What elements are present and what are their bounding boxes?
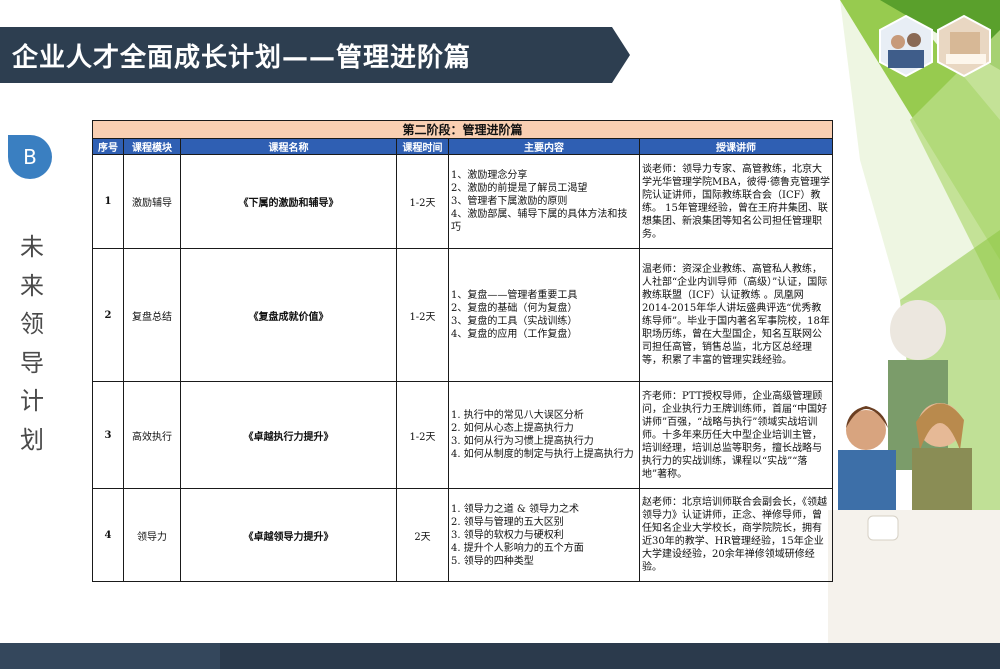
course-duration: 1-2天 [396,248,449,382]
section-badge: B [8,135,52,179]
course-table: 第二阶段：管理进阶篇 序号 课程模块 课程名称 课程时间 主要内容 授课讲师 1… [91,120,834,582]
row-number: 3 [92,381,124,489]
course-name: 《卓越执行力提升》 [180,381,397,489]
teacher-bio: 谈老师：领导力专家、高管教练，北京大学光华管理学院MBA，彼得·德鲁克管理学院认… [638,154,834,249]
content-line: 2. 如何从心态上提高执行力 [451,423,574,434]
teacher-bio: 赵老师：北京培训师联合会副会长，《领越领导力》认证讲师，正念、禅修导师，曾任知名… [638,488,834,582]
column-header: 授课讲师 [638,138,834,155]
content-line: 4、复盘的应用（工作复盘） [451,329,578,340]
course-content: 1、激励理念分享 2、激励的前提是了解员工渴望 3、管理者下属激励的原则 4、激… [448,154,640,249]
title-bar: 企业人才全面成长计划——管理进阶篇 [0,27,630,83]
vertical-char: 划 [20,425,44,454]
teacher-bio: 温老师：资深企业教练、高管私人教练，人社部“企业内训导师（高级）”认证，国际教练… [638,248,834,382]
content-line: 1、激励理念分享 [451,170,528,181]
course-module: 复盘总结 [123,248,181,382]
vertical-char: 未 [20,233,44,261]
content-line: 3、管理者下属激励的原则 [451,196,568,207]
footer-accent [0,643,220,669]
table-row: 4 领导力 《卓越领导力提升》 2天 1. 领导力之道 & 领导力之术 2. 领… [92,488,834,582]
teacher-bio: 齐老师：PTT授权导师，企业高级管理顾问，企业执行力王牌训练师，首届“中国好讲师… [638,381,834,489]
content-line: 1、复盘——管理者重要工具 [451,290,578,301]
vertical-char: 来 [20,271,44,300]
content-line: 3、复盘的工具（实战训练） [451,316,578,327]
vertical-char: 导 [20,348,44,377]
students-photo [828,300,1000,645]
course-module: 高效执行 [123,381,181,489]
vertical-char: 领 [20,310,44,338]
row-number: 4 [92,488,124,582]
content-line: 4. 如何从制度的制定与执行上提高执行力 [451,449,634,460]
stage-title: 第二阶段：管理进阶篇 [91,120,834,139]
course-name: 《复盘成就价值》 [180,248,397,382]
table-row: 1 激励辅导 《下属的激励和辅导》 1-2天 1、激励理念分享 2、激励的前提是… [92,154,834,249]
content-line: 2. 领导与管理的五大区别 [451,516,564,528]
content-line: 1. 领导力之道 & 领导力之术 [451,503,579,515]
content-line: 2、复盘的基础（何为复盘） [451,303,578,314]
course-duration: 2天 [396,488,449,582]
column-header: 课程时间 [396,138,449,155]
content-line: 4. 提升个人影响力的五个方面 [451,542,584,554]
column-header: 主要内容 [448,138,640,155]
course-duration: 1-2天 [396,154,449,249]
column-header-row: 序号 课程模块 课程名称 课程时间 主要内容 授课讲师 [92,138,834,155]
column-header: 序号 [92,138,124,155]
course-name: 《下属的激励和辅导》 [180,154,397,249]
table-row: 2 复盘总结 《复盘成就价值》 1-2天 1、复盘——管理者重要工具 2、复盘的… [92,248,834,382]
column-header: 课程模块 [123,138,181,155]
footer-bar [0,643,1000,669]
course-name: 《卓越领导力提升》 [180,488,397,582]
course-module: 领导力 [123,488,181,582]
stage-header-row: 第二阶段：管理进阶篇 [91,120,834,139]
content-line: 3. 领导的软权力与硬权利 [451,529,564,541]
content-line: 1. 执行中的常见八大误区分析 [451,410,584,421]
course-content: 1. 领导力之道 & 领导力之术 2. 领导与管理的五大区别 3. 领导的软权力… [448,488,640,582]
content-line: 3. 如何从行为习惯上提高执行力 [451,436,594,447]
vertical-caption: 未 来 领 导 计 划 [18,228,46,459]
team-photo-hexagons [879,14,991,78]
content-line: 5. 领导的四种类型 [451,555,534,567]
vertical-char: 计 [20,387,44,415]
row-number: 1 [92,154,124,249]
course-content: 1. 执行中的常见八大误区分析 2. 如何从心态上提高执行力 3. 如何从行为习… [448,381,640,489]
course-content: 1、复盘——管理者重要工具 2、复盘的基础（何为复盘） 3、复盘的工具（实战训练… [448,248,640,382]
content-line: 2、激励的前提是了解员工渴望 [451,183,588,194]
content-line: 4、激励部属、辅导下属的具体方法和技巧 [451,209,628,233]
page-title: 企业人才全面成长计划——管理进阶篇 [12,43,472,73]
row-number: 2 [92,248,124,382]
course-module: 激励辅导 [123,154,181,249]
course-duration: 1-2天 [396,381,449,489]
table-row: 3 高效执行 《卓越执行力提升》 1-2天 1. 执行中的常见八大误区分析 2.… [92,381,834,489]
column-header: 课程名称 [180,138,397,155]
